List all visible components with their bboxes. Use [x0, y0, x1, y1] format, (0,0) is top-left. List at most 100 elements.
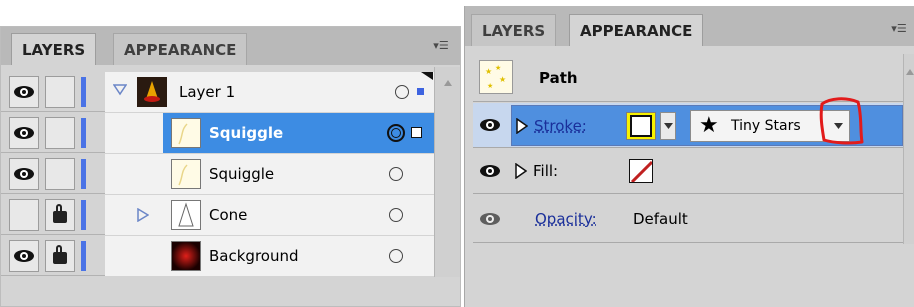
selection-indicator[interactable]	[417, 88, 424, 95]
lock-toggle[interactable]	[45, 199, 75, 231]
eye-icon	[14, 250, 34, 262]
selection-square-icon[interactable]	[411, 127, 422, 138]
lock-toggle[interactable]	[45, 117, 75, 149]
layers-scrollbar[interactable]	[434, 67, 460, 277]
appearance-tab-bar: LAYERS APPEARANCE ▾☰	[465, 6, 914, 46]
layer-row-body[interactable]: Background	[163, 236, 434, 276]
opacity-value: Default	[633, 210, 688, 228]
brush-name: Tiny Stars	[731, 118, 801, 134]
layer-row-body[interactable]: Squiggle	[163, 113, 434, 153]
eye-icon	[14, 86, 34, 98]
layer-row-body[interactable]: Layer 1	[105, 72, 434, 112]
fill-row[interactable]: Fill:	[473, 149, 903, 194]
red-annotation-outline	[819, 97, 864, 145]
eye-icon	[14, 168, 34, 180]
visibility-toggle[interactable]	[473, 199, 507, 239]
lock-icon	[53, 204, 67, 223]
expand-triangle-icon[interactable]	[516, 118, 528, 134]
layer-row-layer-1[interactable]: Layer 1	[1, 72, 434, 112]
svg-text:★: ★	[485, 67, 492, 76]
layer-row-squiggle-selected[interactable]: Squiggle	[1, 113, 434, 153]
appearance-panel: LAYERS APPEARANCE ▾☰ ★ ★ ★ ★ Path Stroke: …	[464, 6, 914, 307]
layer-color-bar	[81, 118, 86, 148]
appearance-scrollbar[interactable]	[903, 54, 914, 244]
layer-row-background[interactable]: Background	[1, 236, 434, 276]
stroke-label[interactable]: Stroke:	[534, 106, 587, 147]
star-icon: ★	[699, 113, 719, 138]
expand-triangle-icon[interactable]	[137, 208, 149, 222]
layer-row-body[interactable]: Squiggle	[163, 154, 434, 194]
svg-text:★: ★	[499, 75, 506, 84]
path-thumbnail: ★ ★ ★★	[479, 60, 513, 94]
target-icon[interactable]	[389, 208, 403, 222]
chevron-down-icon	[663, 123, 673, 129]
target-icon[interactable]	[389, 249, 403, 263]
visibility-toggle[interactable]	[9, 117, 39, 149]
lock-toggle[interactable]	[45, 240, 75, 272]
lock-icon	[53, 245, 67, 264]
tab-layers[interactable]: LAYERS	[11, 33, 97, 65]
layer-name[interactable]: Cone	[209, 195, 247, 235]
eye-icon	[480, 213, 500, 225]
layers-tab-bar: LAYERS APPEARANCE ▾☰	[1, 27, 460, 65]
layer-color-bar	[81, 77, 86, 107]
stroke-row-body[interactable]: Stroke: ★ Tiny Stars	[511, 97, 903, 147]
scroll-up-icon[interactable]	[905, 68, 914, 76]
cone-thumbnail	[171, 200, 201, 230]
scroll-up-icon[interactable]	[443, 79, 453, 87]
current-layer-corner-icon	[421, 72, 433, 80]
lock-toggle[interactable]	[45, 76, 75, 108]
object-type-label: Path	[539, 69, 578, 87]
lock-toggle[interactable]	[45, 158, 75, 190]
fill-none-swatch[interactable]	[629, 159, 653, 183]
opacity-label[interactable]: Opacity:	[535, 195, 597, 243]
indent-spacer	[105, 154, 163, 194]
eye-icon	[14, 127, 34, 139]
stroke-row[interactable]: Stroke: ★ Tiny Stars	[473, 97, 903, 148]
expand-triangle-icon[interactable]	[515, 163, 527, 179]
visibility-toggle[interactable]	[9, 158, 39, 190]
tab-appearance[interactable]: APPEARANCE	[113, 33, 248, 65]
target-icon[interactable]	[389, 167, 403, 181]
eye-icon	[480, 119, 500, 131]
eye-icon	[480, 165, 500, 177]
panel-menu-icon[interactable]: ▾☰	[431, 39, 451, 53]
stroke-swatch-icon	[630, 115, 652, 137]
layer-row-squiggle[interactable]: Squiggle	[1, 154, 434, 194]
background-thumbnail	[171, 241, 201, 271]
opacity-row[interactable]: Opacity: Default	[473, 195, 903, 243]
layer-name[interactable]: Layer 1	[179, 72, 235, 112]
layer-row-body[interactable]: Cone	[163, 195, 434, 235]
svg-text:★: ★	[487, 82, 493, 90]
expand-triangle-icon[interactable]	[113, 84, 127, 96]
layer-color-bar	[81, 159, 86, 189]
visibility-toggle[interactable]	[473, 105, 507, 145]
layer-color-bar	[81, 241, 86, 271]
tab-appearance[interactable]: APPEARANCE	[569, 14, 704, 46]
layer-name[interactable]: Squiggle	[209, 113, 283, 153]
layer-thumbnail	[137, 77, 167, 107]
target-appearance-icon[interactable]	[387, 124, 405, 142]
target-icon[interactable]	[395, 85, 409, 99]
layer-color-bar	[81, 200, 86, 230]
layer-row-cone[interactable]: Cone	[1, 195, 434, 235]
visibility-toggle[interactable]	[9, 199, 39, 231]
stroke-color-swatch[interactable]	[626, 112, 656, 140]
layers-panel: LAYERS APPEARANCE ▾☰ Layer 1 Squiggle Sq…	[0, 26, 461, 307]
indent-spacer	[105, 113, 163, 153]
none-icon	[630, 160, 652, 182]
layer-name[interactable]: Background	[209, 236, 299, 276]
layer-name[interactable]: Squiggle	[209, 154, 274, 194]
stroke-color-dropdown[interactable]	[660, 112, 676, 140]
indent-spacer	[105, 195, 163, 235]
visibility-toggle[interactable]	[473, 151, 507, 191]
svg-text:★: ★	[495, 64, 501, 72]
squiggle-thumbnail	[171, 118, 201, 148]
squiggle-thumbnail	[171, 159, 201, 189]
fill-label[interactable]: Fill:	[533, 149, 558, 194]
indent-spacer	[105, 236, 163, 276]
tab-layers[interactable]: LAYERS	[471, 14, 557, 46]
panel-menu-icon[interactable]: ▾☰	[889, 22, 909, 36]
visibility-toggle[interactable]	[9, 240, 39, 272]
visibility-toggle[interactable]	[9, 76, 39, 108]
